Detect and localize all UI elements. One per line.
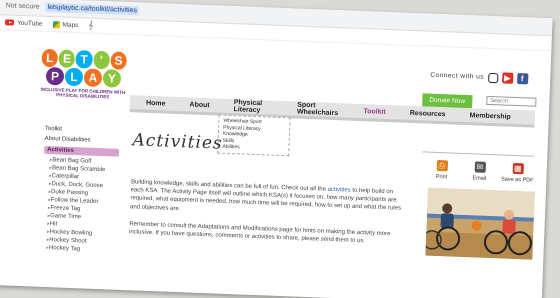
sidebar-item-activities[interactable]: Activities [44,145,120,157]
url-text[interactable]: letsplaybc.ca/toolkit/activities [45,2,140,16]
sidebar-activity-item[interactable]: Hockey Tag [40,244,115,255]
logo-letter: E [58,49,76,68]
logo-letter: S [110,51,127,70]
logo-letter: L [64,67,84,87]
connect-bar: Connect with us ▶ f [430,70,529,85]
sidebar-activity-label: Hockey Tag [46,245,80,252]
logo-letter: L [41,48,59,68]
webpage-screenshot: Not secure letsplaybc.ca/toolkit/activit… [0,0,553,298]
print-icon: ⎙ [436,159,448,172]
pdf-icon: ▦ [512,162,524,175]
intro-paragraph: Building knowledge, skills and abilities… [130,178,407,221]
nav-item-sport-wheelchairs[interactable]: Sport Wheelchairs [297,102,340,118]
instagram-icon[interactable] [487,72,499,83]
print-button[interactable]: ⎙ Print [421,159,462,181]
nav-item-physical-literacy[interactable]: Physical Literacy [233,99,273,115]
wheelchair-basketball-photo [425,187,535,260]
hook-icon: 𝄞 [88,20,94,30]
tool-label: Email [472,175,487,182]
logo-letter: Y [102,69,122,88]
bookmark-extension[interactable]: 𝄞 [88,20,93,30]
activities-link[interactable]: activities [328,187,351,194]
sidebar-activity-label: Game Time [48,213,82,220]
sidebar-activity-label: Caterpillar [49,173,79,180]
sidebar-activity-label: Freeze Tag [48,205,81,212]
physical-literacy-dropdown: Wheelchair Sport Physical Literacy Knowled… [217,114,291,156]
email-icon: ✉ [474,161,486,173]
sidebar-item-about-disabilities[interactable]: About Disabilities [44,136,119,145]
nav-item-resources[interactable]: Resources [410,109,446,117]
tool-label: Save as PDF [501,176,534,184]
sidebar-activity-list: Bean Bag GolfBean Bag ScrambleCaterpilla… [40,156,119,255]
facebook-icon[interactable]: f [516,72,529,85]
intro-text: to help build on each KSA. The Activity … [129,187,402,213]
sidebar: Toolkit About Disabilities Activities Be… [40,126,120,255]
photo-background: Not secure letsplaybc.ca/toolkit/activit… [0,0,560,298]
sidebar-activity-label: Hit [47,221,57,227]
logo-tagline: INCLUSIVE PLAY FOR CHILDREN WITH PHYSICA… [40,86,126,100]
nav-item-home[interactable]: Home [146,99,166,107]
security-indicator: Not secure [5,2,40,11]
logo-letter: ' [92,50,110,70]
save-pdf-button[interactable]: ▦ Save as PDF [497,162,538,184]
bookmark-label: YouTube [16,19,43,28]
logo-letter: T [75,50,93,69]
bookmark-maps[interactable]: Maps [52,20,79,29]
sidebar-item-toolkit[interactable]: Toolkit [45,126,120,135]
nav-item-toolkit[interactable]: Toolkit [363,108,386,116]
tool-label: Print [435,173,448,181]
tools-divider [422,151,535,157]
maps-icon [52,20,60,28]
bookmark-youtube[interactable]: YouTube [4,19,43,28]
logo-letter: A [83,68,103,88]
logo-letter: P [45,66,65,86]
connect-label: Connect with us [430,71,485,81]
page-title: Activities [132,130,224,154]
nav-item-membership[interactable]: Membership [469,112,510,121]
search-input[interactable] [486,95,537,107]
email-button[interactable]: ✉ Email [459,161,500,183]
dropdown-item[interactable]: Abilities [222,144,284,153]
bookmark-label: Maps [62,21,79,29]
logo-row-2: PLAY [41,66,127,88]
adaptations-paragraph: Remember to consult the Adaptations and … [128,221,391,245]
youtube-icon [4,19,15,26]
nav-item-about[interactable]: About [189,101,209,109]
lets-play-logo[interactable]: L E T ' S PLAY INCLUSIVE PLAY FOR CHILDREN W… [40,48,127,100]
youtube-icon[interactable]: ▶ [501,72,514,84]
main-navigation: Home About Physical Literacy Sport Wheelcha… [129,95,536,125]
